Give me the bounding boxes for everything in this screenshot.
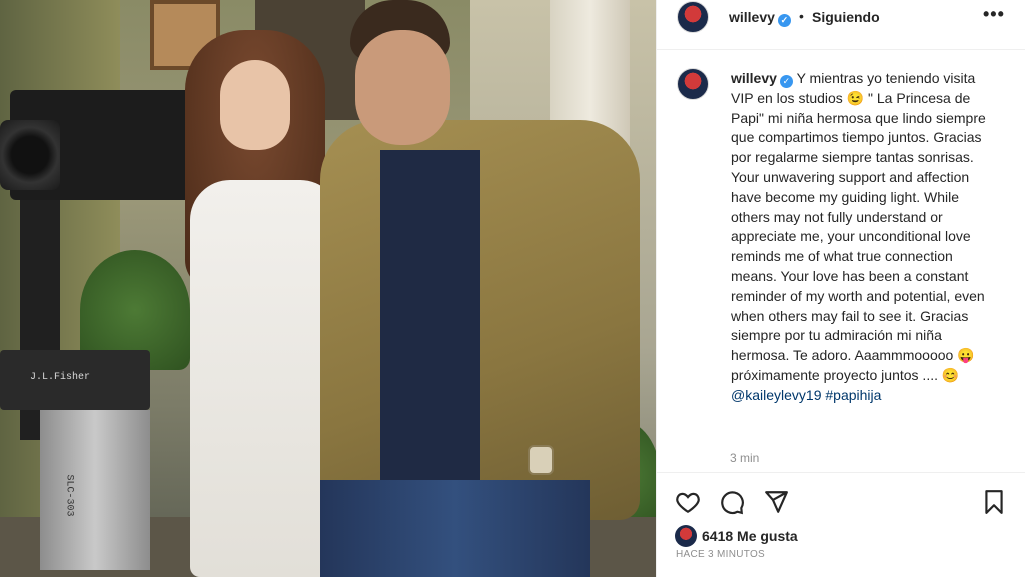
caption-body: " La Princesa de Papi" mi niña hermosa q… — [731, 89, 986, 364]
man-jacket — [320, 120, 640, 520]
camera-lens — [0, 120, 60, 190]
tongue-emoji: 😛 — [957, 347, 975, 364]
header-separator: • — [799, 8, 804, 24]
caption-author-avatar[interactable] — [677, 68, 709, 100]
wristwatch — [528, 445, 554, 475]
caption-username[interactable]: willevy — [731, 70, 777, 86]
author-avatar[interactable] — [677, 1, 709, 33]
more-options-icon[interactable]: ••• — [983, 4, 1005, 25]
caption-area: willevy ✓ Y mientras yo teniendo visita V… — [657, 50, 1025, 472]
man-face — [355, 30, 450, 145]
post-sidebar: willevy ✓ • Siguiendo ••• willevy ✓ Y mien… — [656, 0, 1025, 577]
post-photo[interactable]: J.L.Fisher SLC-303 — [0, 0, 656, 577]
bookmark-icon[interactable] — [981, 489, 1009, 517]
heart-icon[interactable] — [675, 489, 703, 517]
camera-stand — [40, 410, 150, 570]
comment-icon[interactable] — [719, 489, 747, 517]
author-username[interactable]: willevy ✓ — [729, 9, 791, 27]
verified-badge-icon: ✓ — [777, 14, 791, 27]
caption-text: willevy ✓ Y mientras yo teniendo visita V… — [731, 69, 1001, 406]
man-jeans — [320, 480, 590, 577]
liker-avatar — [675, 525, 697, 547]
camera-brand-label: J.L.Fisher — [30, 372, 91, 383]
action-bar — [657, 472, 1025, 522]
caption-ending: próximamente proyecto juntos .... — [731, 366, 938, 383]
camera-stand-label: SLC-303 — [63, 474, 75, 517]
post-header: willevy ✓ • Siguiendo ••• — [657, 0, 1025, 50]
girl-outfit — [190, 180, 340, 577]
person-man — [320, 0, 650, 577]
girl-face — [220, 60, 290, 150]
post-time-ago[interactable]: HACE 3 MINUTOS — [676, 549, 765, 560]
verified-badge-icon: ✓ — [779, 75, 793, 88]
man-shirt — [380, 150, 480, 490]
mention-link[interactable]: @kaileylevy19 — [731, 387, 821, 403]
author-username-text[interactable]: willevy — [729, 9, 775, 25]
following-button[interactable]: Siguiendo — [812, 9, 880, 25]
send-icon[interactable] — [763, 489, 791, 517]
hashtag-link[interactable]: #papihija — [825, 387, 881, 403]
likes-count[interactable]: 6418 Me gusta — [702, 528, 798, 544]
wink-emoji: 😉 — [846, 89, 865, 106]
caption-timestamp[interactable]: 3 min — [730, 451, 759, 465]
smile-emoji: 😊 — [941, 366, 960, 383]
